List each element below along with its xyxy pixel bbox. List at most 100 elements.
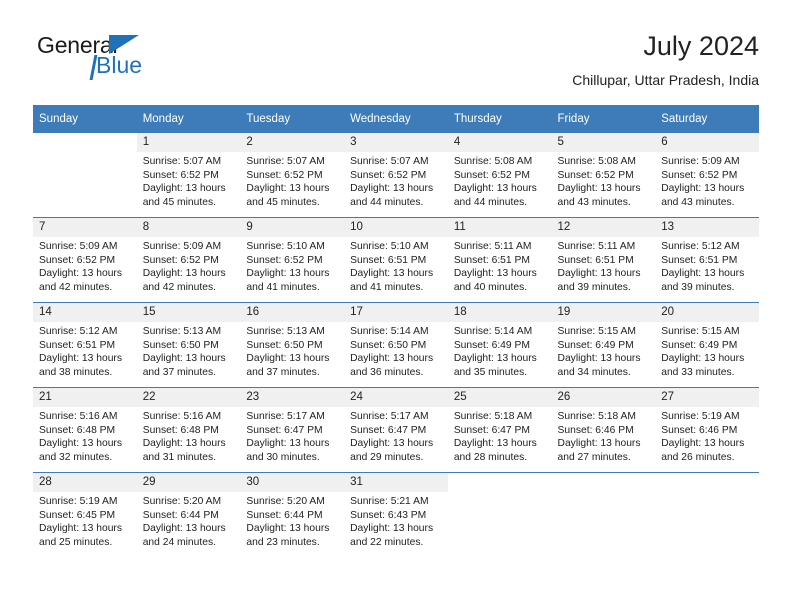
logo-word-blue: Blue [96, 52, 143, 78]
day-number: 5 [551, 133, 656, 152]
day-number: 20 [655, 303, 759, 322]
daylight-text-line1: Daylight: 13 hours [661, 268, 745, 280]
daylight-text-line2: and 32 minutes. [39, 451, 113, 463]
day-number: 10 [344, 218, 448, 237]
calendar-day-cell[interactable]: 2 Sunrise: 5:07 AM Sunset: 6:52 PM Daylight… [240, 133, 345, 218]
calendar-day-cell[interactable]: 20 Sunrise: 5:15 AM Sunset: 6:49 PM Dayligh… [655, 302, 759, 388]
day-details: Sunrise: 5:07 AM Sunset: 6:52 PM Daylight:… [240, 152, 344, 209]
day-number [655, 473, 759, 492]
calendar-day-cell[interactable]: 14 Sunrise: 5:12 AM Sunset: 6:51 PM Dayligh… [33, 302, 137, 388]
sunrise-text: Sunrise: 5:16 AM [39, 411, 118, 422]
calendar-day-cell[interactable]: 10 Sunrise: 5:10 AM Sunset: 6:51 PM Dayligh… [344, 217, 448, 303]
sunrise-text: Sunrise: 5:12 AM [661, 241, 740, 252]
sunrise-text: Sunrise: 5:16 AM [142, 411, 222, 422]
sunrise-text: Sunrise: 5:18 AM [557, 411, 636, 422]
day-number: 9 [240, 218, 345, 237]
calendar-day-cell[interactable]: 6 Sunrise: 5:09 AM Sunset: 6:52 PM Daylight… [655, 133, 759, 218]
daylight-text-line1: Daylight: 13 hours [350, 183, 434, 195]
daylight-text-line2: and 39 minutes. [661, 281, 735, 293]
daylight-text-line1: Daylight: 13 hours [453, 268, 537, 280]
calendar-day-cell[interactable]: 13 Sunrise: 5:12 AM Sunset: 6:51 PM Dayligh… [655, 217, 759, 303]
day-details: Sunrise: 5:15 AM Sunset: 6:49 PM Daylight:… [552, 322, 656, 379]
daylight-text-line1: Daylight: 13 hours [557, 438, 641, 450]
daylight-text-line1: Daylight: 13 hours [39, 353, 122, 365]
calendar-day-cell[interactable]: 8 Sunrise: 5:09 AM Sunset: 6:52 PM Daylight… [136, 217, 241, 303]
general-blue-logo: General Blue [37, 34, 237, 90]
day-number: 16 [240, 303, 345, 322]
day-details: Sunrise: 5:09 AM Sunset: 6:52 PM Daylight:… [655, 152, 759, 209]
calendar-day-cell[interactable]: 27 Sunrise: 5:19 AM Sunset: 6:46 PM Dayligh… [655, 387, 759, 473]
daylight-text-line2: and 35 minutes. [453, 366, 528, 378]
calendar-day-cell[interactable]: 11 Sunrise: 5:11 AM Sunset: 6:51 PM Dayligh… [447, 217, 552, 303]
daylight-text-line2: and 41 minutes. [246, 281, 320, 293]
calendar-day-cell[interactable]: 29 Sunrise: 5:20 AM Sunset: 6:44 PM Dayligh… [136, 472, 241, 557]
weekday-header-friday: Friday [551, 105, 656, 133]
day-number: 2 [240, 133, 345, 152]
sunset-text: Sunset: 6:51 PM [453, 254, 530, 266]
calendar-week-row: 14 Sunrise: 5:12 AM Sunset: 6:51 PM Dayligh… [33, 302, 759, 388]
daylight-text-line1: Daylight: 13 hours [557, 353, 641, 365]
sunset-text: Sunset: 6:51 PM [557, 254, 634, 266]
daylight-text-line1: Daylight: 13 hours [453, 183, 537, 195]
day-number: 12 [551, 218, 656, 237]
day-details: Sunrise: 5:11 AM Sunset: 6:51 PM Daylight:… [552, 237, 656, 294]
calendar-day-cell[interactable]: 18 Sunrise: 5:14 AM Sunset: 6:49 PM Dayligh… [447, 302, 552, 388]
daylight-text-line1: Daylight: 13 hours [453, 353, 537, 365]
sunrise-text: Sunrise: 5:08 AM [453, 156, 533, 167]
weekday-header-tuesday: Tuesday [240, 105, 345, 133]
calendar-day-cell[interactable]: 22 Sunrise: 5:16 AM Sunset: 6:48 PM Dayligh… [136, 387, 241, 473]
calendar-day-cell[interactable]: 31 Sunrise: 5:21 AM Sunset: 6:43 PM Dayligh… [344, 472, 448, 557]
sunset-text: Sunset: 6:47 PM [246, 424, 323, 436]
calendar-week-row: 28 Sunrise: 5:19 AM Sunset: 6:45 PM Dayligh… [33, 472, 759, 557]
weekday-header-saturday: Saturday [655, 105, 759, 133]
daylight-text-line1: Daylight: 13 hours [39, 438, 122, 450]
calendar-day-cell[interactable]: 24 Sunrise: 5:17 AM Sunset: 6:47 PM Dayligh… [344, 387, 448, 473]
calendar-day-cell[interactable]: 30 Sunrise: 5:20 AM Sunset: 6:44 PM Dayligh… [240, 472, 345, 557]
calendar-day-cell[interactable]: 23 Sunrise: 5:17 AM Sunset: 6:47 PM Dayligh… [240, 387, 345, 473]
calendar-day-cell[interactable]: 17 Sunrise: 5:14 AM Sunset: 6:50 PM Dayligh… [344, 302, 448, 388]
sunrise-text: Sunrise: 5:12 AM [39, 326, 118, 337]
calendar-day-cell[interactable]: 19 Sunrise: 5:15 AM Sunset: 6:49 PM Dayligh… [551, 302, 656, 388]
calendar-day-cell[interactable]: 3 Sunrise: 5:07 AM Sunset: 6:52 PM Daylight… [344, 133, 448, 218]
sunrise-text: Sunrise: 5:19 AM [661, 411, 740, 422]
day-details: Sunrise: 5:08 AM Sunset: 6:52 PM Daylight:… [448, 152, 552, 209]
calendar-day-cell[interactable]: 7 Sunrise: 5:09 AM Sunset: 6:52 PM Daylight… [33, 217, 137, 303]
calendar-day-cell[interactable]: 9 Sunrise: 5:10 AM Sunset: 6:52 PM Daylight… [240, 217, 345, 303]
calendar-day-cell[interactable]: 15 Sunrise: 5:13 AM Sunset: 6:50 PM Dayligh… [136, 302, 241, 388]
daylight-text-line2: and 43 minutes. [557, 196, 631, 208]
calendar-day-cell[interactable]: 28 Sunrise: 5:19 AM Sunset: 6:45 PM Dayligh… [33, 472, 137, 557]
calendar-day-cell[interactable]: 4 Sunrise: 5:08 AM Sunset: 6:52 PM Daylight… [447, 133, 552, 218]
calendar-day-cell-empty [33, 133, 137, 218]
daylight-text-line2: and 34 minutes. [557, 366, 631, 378]
calendar-day-cell[interactable]: 21 Sunrise: 5:16 AM Sunset: 6:48 PM Dayligh… [33, 387, 137, 473]
day-details: Sunrise: 5:19 AM Sunset: 6:45 PM Daylight:… [33, 492, 137, 549]
day-details: Sunrise: 5:12 AM Sunset: 6:51 PM Daylight:… [33, 322, 137, 379]
weekday-header-monday: Monday [136, 105, 241, 133]
sunrise-text: Sunrise: 5:20 AM [142, 496, 222, 507]
calendar-day-cell[interactable]: 12 Sunrise: 5:11 AM Sunset: 6:51 PM Dayligh… [551, 217, 656, 303]
sunrise-text: Sunrise: 5:10 AM [246, 241, 325, 252]
calendar-day-cell[interactable]: 16 Sunrise: 5:13 AM Sunset: 6:50 PM Dayligh… [240, 302, 345, 388]
day-details: Sunrise: 5:21 AM Sunset: 6:43 PM Daylight:… [344, 492, 448, 549]
day-details: Sunrise: 5:18 AM Sunset: 6:46 PM Daylight:… [552, 407, 656, 464]
day-number: 30 [240, 473, 345, 492]
sunset-text: Sunset: 6:52 PM [453, 169, 530, 181]
calendar-day-cell[interactable]: 26 Sunrise: 5:18 AM Sunset: 6:46 PM Dayligh… [551, 387, 656, 473]
calendar-day-cell[interactable]: 5 Sunrise: 5:08 AM Sunset: 6:52 PM Daylight… [551, 133, 656, 218]
day-details: Sunrise: 5:20 AM Sunset: 6:44 PM Daylight:… [137, 492, 241, 549]
sunrise-text: Sunrise: 5:14 AM [453, 326, 533, 337]
sunset-text: Sunset: 6:50 PM [142, 339, 219, 351]
daylight-text-line1: Daylight: 13 hours [246, 523, 330, 535]
day-number: 15 [136, 303, 241, 322]
weekday-header-thursday: Thursday [447, 105, 552, 133]
day-number: 1 [136, 133, 241, 152]
day-number: 13 [655, 218, 759, 237]
daylight-text-line1: Daylight: 13 hours [142, 183, 226, 195]
day-details: Sunrise: 5:08 AM Sunset: 6:52 PM Daylight:… [552, 152, 656, 209]
calendar-day-cell[interactable]: 25 Sunrise: 5:18 AM Sunset: 6:47 PM Dayligh… [447, 387, 552, 473]
daylight-text-line1: Daylight: 13 hours [39, 268, 122, 280]
day-details: Sunrise: 5:10 AM Sunset: 6:51 PM Daylight:… [344, 237, 448, 294]
calendar-day-cell[interactable]: 1 Sunrise: 5:07 AM Sunset: 6:52 PM Daylight… [136, 133, 241, 218]
day-number [447, 473, 552, 492]
sunset-text: Sunset: 6:52 PM [246, 254, 323, 266]
